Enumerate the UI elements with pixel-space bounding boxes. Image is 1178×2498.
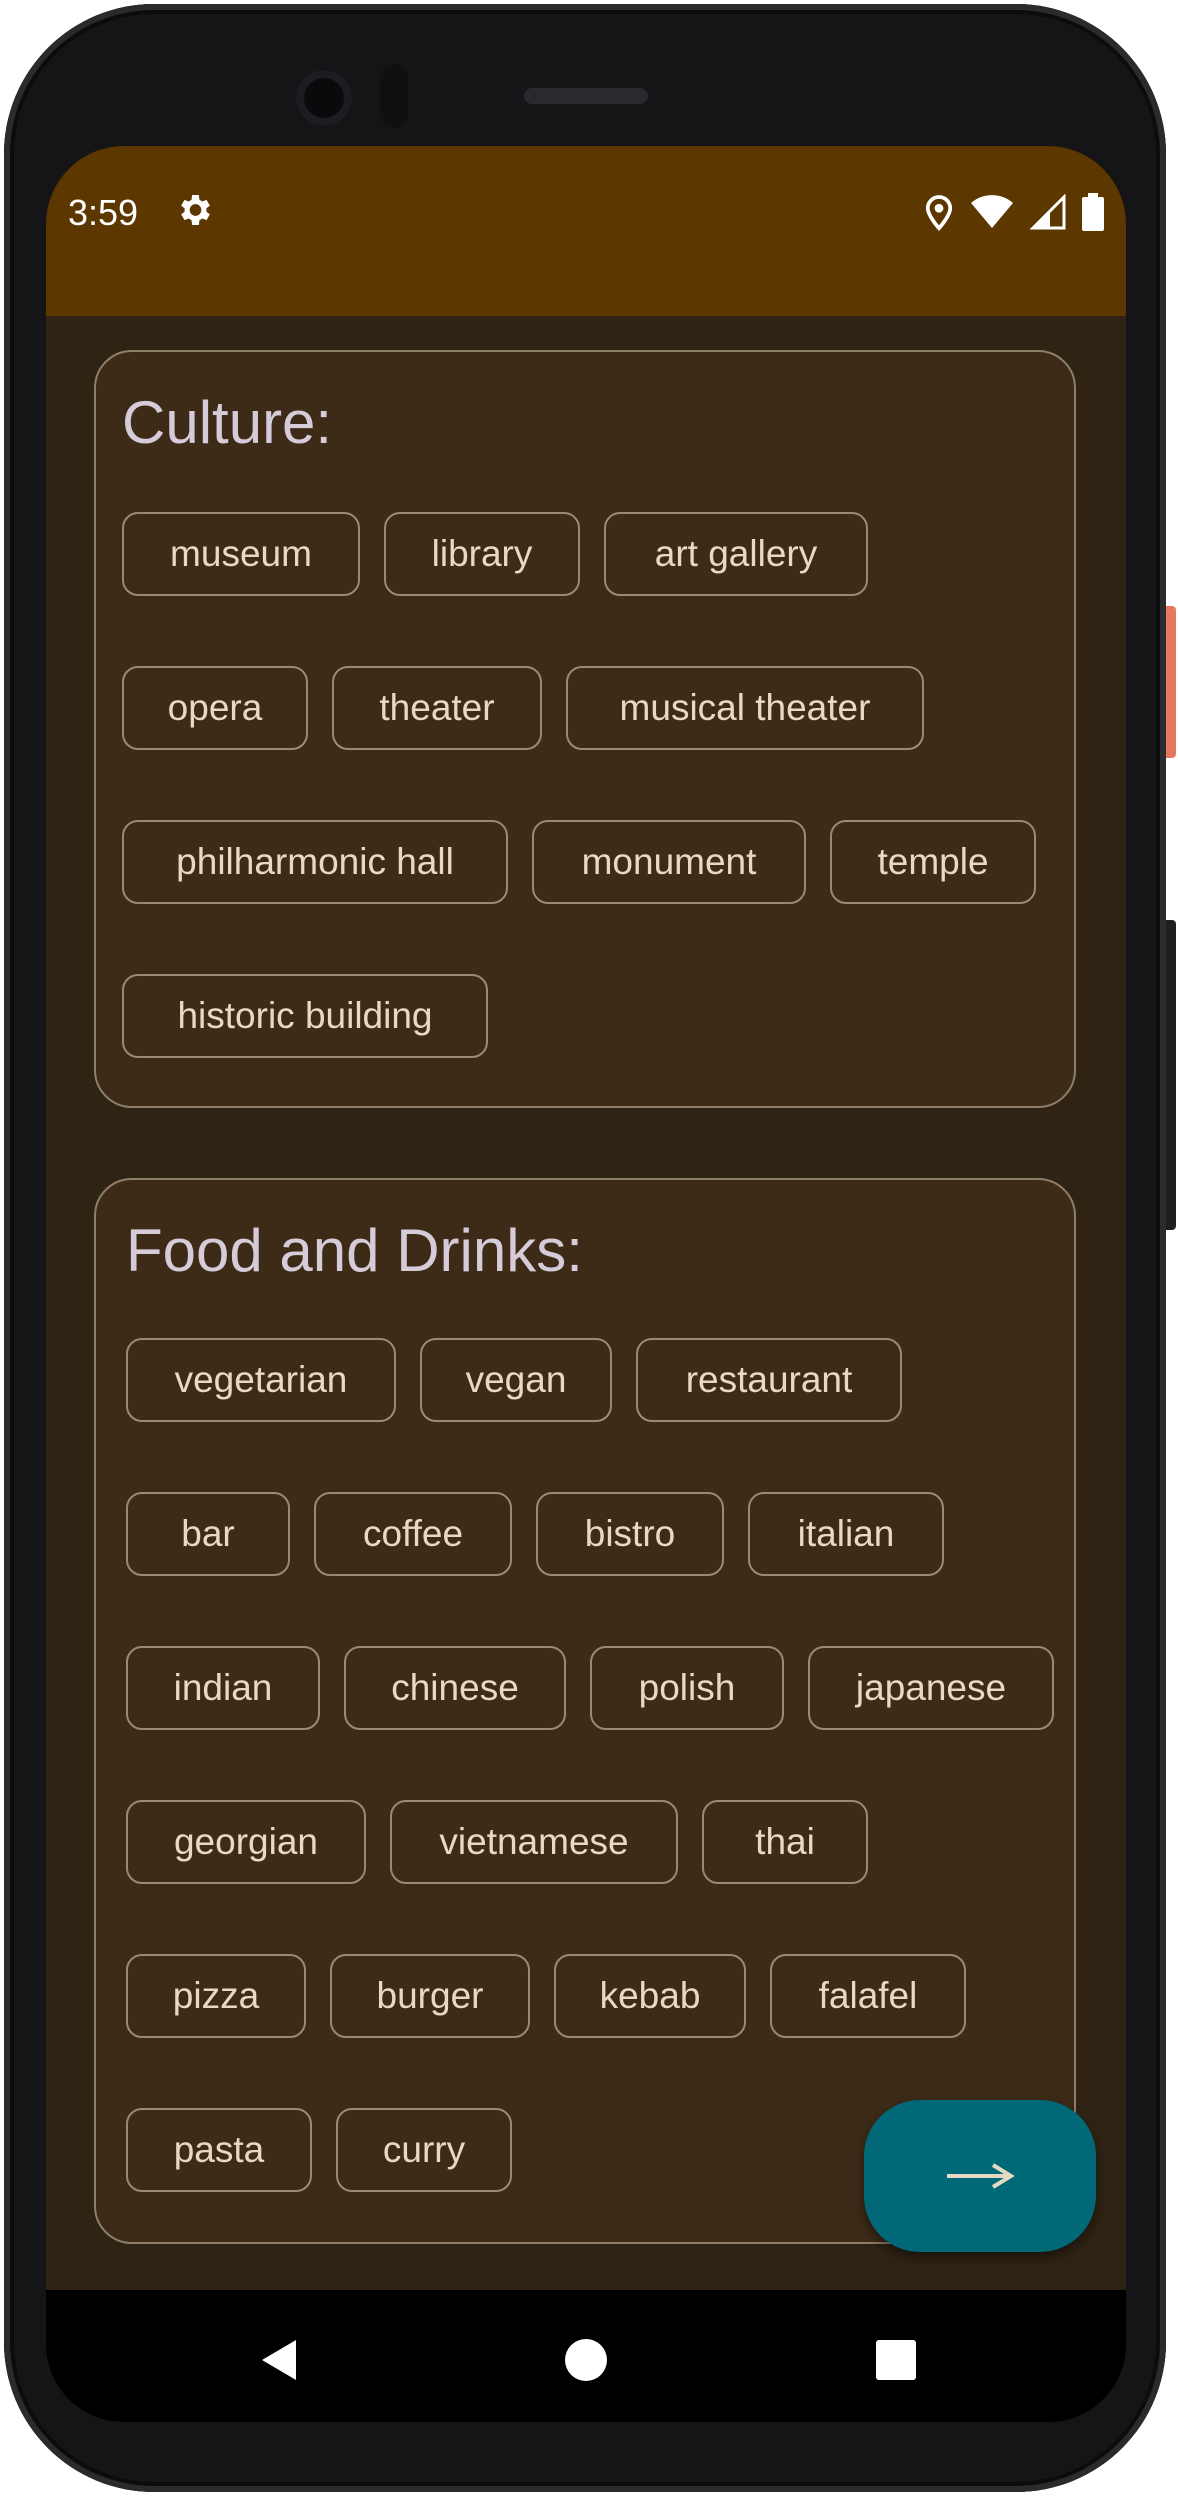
chip-falafel[interactable]: falafel xyxy=(770,1954,966,2038)
screen: 3:59 Culture: museum library art gallery… xyxy=(46,146,1126,2422)
food-drinks-card: Food and Drinks: vegetarian vegan restau… xyxy=(94,1178,1076,2244)
culture-card: Culture: museum library art gallery oper… xyxy=(94,350,1076,1108)
chip-library[interactable]: library xyxy=(384,512,580,596)
chip-opera[interactable]: opera xyxy=(122,666,308,750)
chip-restaurant[interactable]: restaurant xyxy=(636,1338,902,1422)
status-time: 3:59 xyxy=(68,192,139,233)
chip-curry[interactable]: curry xyxy=(336,2108,512,2192)
chip-bistro[interactable]: bistro xyxy=(536,1492,724,1576)
chip-vietnamese[interactable]: vietnamese xyxy=(390,1800,678,1884)
chip-polish[interactable]: polish xyxy=(590,1646,784,1730)
earpiece-speaker xyxy=(524,88,648,104)
status-bar: 3:59 xyxy=(46,146,1126,316)
volume-button xyxy=(1166,920,1176,1230)
chip-musical-theater[interactable]: musical theater xyxy=(566,666,924,750)
chip-thai[interactable]: thai xyxy=(702,1800,868,1884)
chip-vegan[interactable]: vegan xyxy=(420,1338,612,1422)
chip-theater[interactable]: theater xyxy=(332,666,542,750)
location-icon xyxy=(925,195,953,232)
back-icon[interactable] xyxy=(248,2330,308,2390)
power-button xyxy=(1166,606,1176,758)
front-camera xyxy=(296,70,352,126)
chip-pizza[interactable]: pizza xyxy=(126,1954,306,2038)
chip-monument[interactable]: monument xyxy=(532,820,806,904)
content-area: Culture: museum library art gallery oper… xyxy=(46,316,1126,2336)
proximity-sensor xyxy=(380,64,408,128)
signal-icon xyxy=(1030,194,1066,230)
chip-chinese[interactable]: chinese xyxy=(344,1646,566,1730)
home-icon[interactable] xyxy=(556,2330,616,2390)
chip-historic-building[interactable]: historic building xyxy=(122,974,488,1058)
chip-burger[interactable]: burger xyxy=(330,1954,530,2038)
chip-philharmonic-hall[interactable]: philharmonic hall xyxy=(122,820,508,904)
arrow-right-icon xyxy=(947,2163,1015,2189)
battery-icon xyxy=(1082,193,1104,231)
wifi-icon xyxy=(971,195,1013,228)
chip-kebab[interactable]: kebab xyxy=(554,1954,746,2038)
chip-japanese[interactable]: japanese xyxy=(808,1646,1054,1730)
chip-georgian[interactable]: georgian xyxy=(126,1800,366,1884)
chip-coffee[interactable]: coffee xyxy=(314,1492,512,1576)
chip-art-gallery[interactable]: art gallery xyxy=(604,512,868,596)
chip-bar[interactable]: bar xyxy=(126,1492,290,1576)
section-title: Culture: xyxy=(122,389,333,456)
chip-italian[interactable]: italian xyxy=(748,1492,944,1576)
gear-icon xyxy=(181,195,210,225)
chip-pasta[interactable]: pasta xyxy=(126,2108,312,2192)
next-button[interactable] xyxy=(864,2100,1096,2252)
navigation-bar xyxy=(46,2290,1126,2422)
chip-temple[interactable]: temple xyxy=(830,820,1036,904)
chip-museum[interactable]: museum xyxy=(122,512,360,596)
chip-indian[interactable]: indian xyxy=(126,1646,320,1730)
section-title: Food and Drinks: xyxy=(126,1217,583,1284)
recents-icon[interactable] xyxy=(866,2330,926,2390)
chip-vegetarian[interactable]: vegetarian xyxy=(126,1338,396,1422)
